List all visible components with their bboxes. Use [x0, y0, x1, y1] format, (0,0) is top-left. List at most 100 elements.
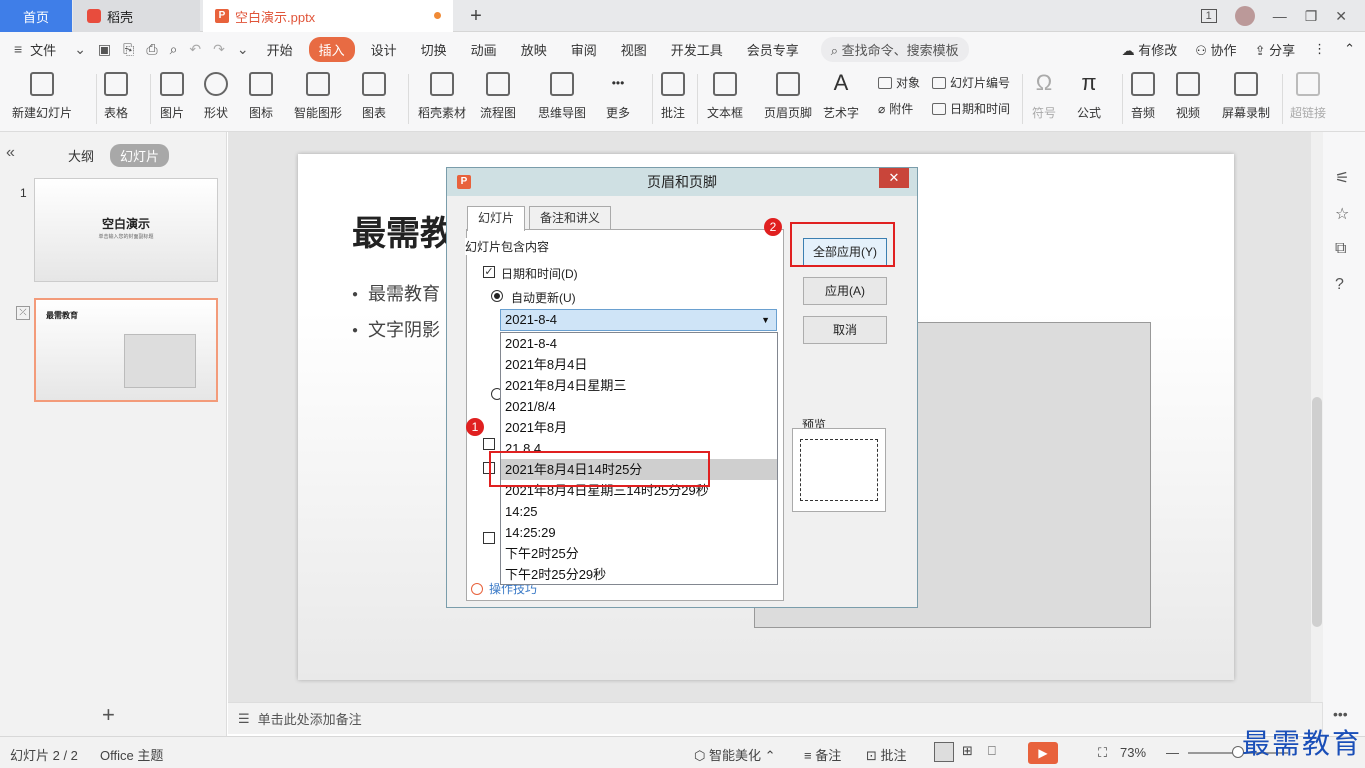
normal-view-icon[interactable] — [934, 742, 954, 762]
list-item[interactable]: 14:25 — [501, 501, 777, 522]
menu-item-4[interactable]: 动画 — [459, 40, 509, 59]
close-button[interactable]: ✕ — [1335, 8, 1347, 25]
menu-item-2[interactable]: 设计 — [359, 40, 409, 59]
reading-view-icon[interactable]: ⎕ — [988, 743, 996, 759]
menu-item-0[interactable]: 开始 — [255, 40, 305, 59]
tab-outline[interactable]: 大纲 — [58, 144, 104, 167]
icon-button[interactable]: 图标 — [249, 68, 273, 121]
mindmap-button[interactable]: 思维导图 — [538, 68, 586, 121]
list-item[interactable]: 2021年8月4日 — [501, 354, 777, 375]
audio-button[interactable]: 音频 — [1131, 68, 1155, 121]
bullet-item[interactable]: 最需教育 — [352, 280, 440, 306]
menu-item-6[interactable]: 审阅 — [559, 40, 609, 59]
restore-button[interactable]: ❐ — [1305, 8, 1318, 25]
play-button[interactable]: ▶ — [1028, 742, 1058, 764]
apply-button[interactable]: 应用(A) — [803, 277, 887, 305]
help-icon[interactable]: ? — [1335, 276, 1344, 294]
auto-update-radio[interactable] — [491, 290, 503, 302]
collapse-pane-icon[interactable]: « — [6, 144, 15, 162]
title-slide-checkbox[interactable] — [483, 532, 495, 544]
collab-button[interactable]: ⚇ 协作 — [1195, 40, 1236, 59]
notes-button[interactable]: ≡ 备注 — [804, 745, 841, 764]
dialog-close-button[interactable]: ✕ — [879, 168, 909, 188]
hyperlink-button[interactable]: 超链接 — [1290, 68, 1326, 121]
bullet-item[interactable]: 文字阴影 — [352, 316, 440, 342]
more-icon[interactable]: ⋮ — [1313, 41, 1326, 57]
share-button[interactable]: ⇪ 分享 — [1255, 40, 1296, 59]
table-button[interactable]: 表格 — [104, 68, 128, 121]
video-button[interactable]: 视频 — [1176, 68, 1200, 121]
smart-graphic-button[interactable]: 智能图形 — [294, 68, 342, 121]
tab-file[interactable]: P 空白演示.pptx — [203, 0, 453, 32]
object-button[interactable]: 对象 — [878, 74, 920, 91]
list-item[interactable]: 2021年8月4日星期三 — [501, 375, 777, 396]
comments-button[interactable]: ⊡ 批注 — [866, 745, 907, 764]
tab-notes-handouts[interactable]: 备注和讲义 — [529, 206, 612, 230]
search-input[interactable]: ⌕ 查找命令、搜索模板 — [820, 36, 969, 62]
date-format-select[interactable]: 2021-8-4 ▼ — [500, 309, 777, 331]
avatar[interactable] — [1234, 6, 1255, 26]
properties-icon[interactable]: ⚟ — [1335, 168, 1349, 188]
slide-number-button[interactable]: 幻灯片编号 — [932, 74, 1010, 91]
notes-bar[interactable]: ☰ 单击此处添加备注 — [228, 702, 1322, 734]
tab-slides[interactable]: 幻灯片 — [110, 144, 170, 167]
date-time-button[interactable]: 日期和时间 — [932, 100, 1010, 117]
textbox-button[interactable]: 文本框 — [707, 68, 743, 121]
scroll-thumb[interactable] — [1312, 397, 1322, 627]
header-footer-button[interactable]: 页眉页脚 — [764, 68, 812, 121]
list-item[interactable]: 2021年8月 — [501, 417, 777, 438]
hamburger-icon[interactable]: ≡ — [8, 41, 28, 57]
comment-button[interactable]: 批注 — [661, 68, 685, 121]
docer-material-button[interactable]: 稻壳素材 — [418, 68, 466, 121]
menu-item-5[interactable]: 放映 — [509, 40, 559, 59]
more-icon[interactable]: ••• — [1333, 706, 1348, 722]
save-icon[interactable]: ▣ — [92, 41, 117, 58]
flowchart-button[interactable]: 流程图 — [480, 68, 516, 121]
chevron-down-icon[interactable]: ⌄ — [68, 41, 92, 58]
beautify-button[interactable]: ⬡ 智能美化 ⌃ — [694, 745, 776, 764]
list-item[interactable]: 2021/8/4 — [501, 396, 777, 417]
more-button[interactable]: ••• 更多 — [606, 68, 630, 121]
zoom-out-icon[interactable]: — — [1166, 745, 1179, 760]
date-time-checkbox[interactable]: ✓ — [483, 266, 495, 278]
theme-name[interactable]: Office 主题 — [100, 745, 163, 764]
modified-button[interactable]: ☁ 有修改 — [1122, 40, 1178, 59]
page-indicator[interactable]: 1 — [1200, 9, 1217, 23]
customize-icon[interactable]: ⌄ — [231, 41, 255, 58]
menu-item-7[interactable]: 视图 — [609, 40, 659, 59]
print-icon[interactable]: ⎙ — [140, 41, 163, 58]
zoom-level[interactable]: 73% — [1120, 745, 1146, 760]
list-item[interactable]: 下午2时25分 — [501, 543, 777, 564]
slide-thumbnail-1[interactable]: 空白演示 单击输入您的封面副标题 — [34, 178, 218, 282]
list-item[interactable]: 2021-8-4 — [501, 333, 777, 354]
formula-button[interactable]: π 公式 — [1077, 68, 1101, 121]
tab-docer[interactable]: 稻壳 — [73, 0, 200, 32]
slide-number-checkbox[interactable] — [483, 438, 495, 450]
attachment-button[interactable]: ⌀ 附件 — [878, 100, 913, 117]
picture-button[interactable]: 图片 — [160, 68, 184, 121]
menu-item-1[interactable]: 插入 — [308, 36, 355, 62]
slide-title[interactable]: 最需教 — [352, 206, 454, 255]
list-item[interactable]: 下午2时25分29秒 — [501, 564, 777, 585]
add-slide-button[interactable]: + — [102, 702, 115, 728]
tab-home[interactable]: 首页 — [0, 0, 72, 32]
menu-item-3[interactable]: 切换 — [409, 40, 459, 59]
star-icon[interactable]: ☆ — [1335, 204, 1349, 224]
new-slide-button[interactable]: 新建幻灯片 — [12, 68, 72, 121]
new-tab-button[interactable]: + — [462, 0, 490, 32]
print-preview-icon[interactable]: ⌕ — [164, 41, 184, 58]
tab-slide[interactable]: 幻灯片 — [467, 206, 526, 231]
screen-record-button[interactable]: 屏幕录制 — [1222, 68, 1270, 121]
shape-button[interactable]: 形状 — [204, 68, 228, 121]
minimize-button[interactable]: — — [1273, 8, 1287, 24]
menu-item-9[interactable]: 会员专享 — [735, 40, 811, 59]
undo-icon[interactable]: ↶ — [183, 41, 207, 58]
export-icon[interactable]: ⎘ — [117, 41, 140, 58]
fit-icon[interactable]: ⛶ — [1098, 745, 1107, 761]
sorter-view-icon[interactable]: ⊞ — [962, 743, 973, 759]
slide-thumbnail-2[interactable]: 最需教育 — [34, 298, 218, 402]
vertical-scrollbar[interactable] — [1311, 132, 1323, 702]
transition-icon[interactable]: ⧉ — [1335, 240, 1346, 258]
list-item[interactable]: 14:25:29 — [501, 522, 777, 543]
symbol-button[interactable]: Ω 符号 — [1032, 68, 1056, 121]
